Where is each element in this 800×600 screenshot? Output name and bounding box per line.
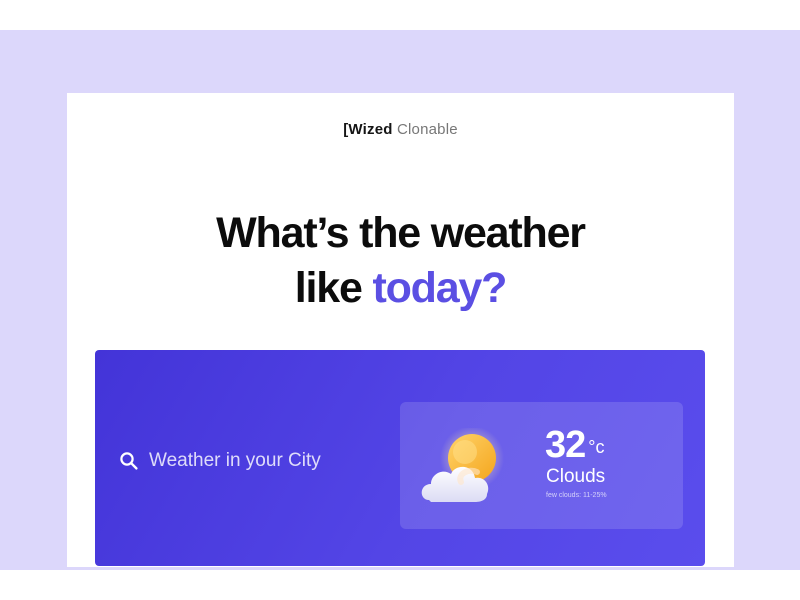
main-card: [Wized Clonable What’s the weather like … xyxy=(67,93,734,567)
city-search[interactable] xyxy=(119,446,359,476)
page-background: [Wized Clonable What’s the weather like … xyxy=(0,30,800,570)
title-plain-word: like xyxy=(294,264,363,312)
temperature-readout: 32 °c xyxy=(545,426,604,464)
title-accent-word: today? xyxy=(372,264,507,312)
search-icon xyxy=(120,452,138,470)
page-title: What’s the weather like today? xyxy=(67,206,734,316)
sun-behind-cloud-icon xyxy=(421,428,504,502)
weather-panel: 32 °c Clouds few clouds: 11-25% xyxy=(95,350,705,566)
temperature-value: 32 xyxy=(545,424,586,466)
brand-name: Clonable xyxy=(396,121,458,138)
title-line-2: like today? xyxy=(67,261,734,316)
title-line-1: What’s the weather xyxy=(216,209,586,257)
brand-mark: [Wized xyxy=(343,121,393,138)
weather-condition: Clouds xyxy=(546,466,606,487)
brand-logo[interactable]: [Wized Clonable xyxy=(67,121,734,138)
search-input[interactable] xyxy=(149,450,349,472)
weather-result-card: 32 °c Clouds few clouds: 11-25% xyxy=(400,402,683,529)
temperature-unit: °c xyxy=(588,437,605,457)
weather-description: few clouds: 11-25% xyxy=(546,492,607,499)
